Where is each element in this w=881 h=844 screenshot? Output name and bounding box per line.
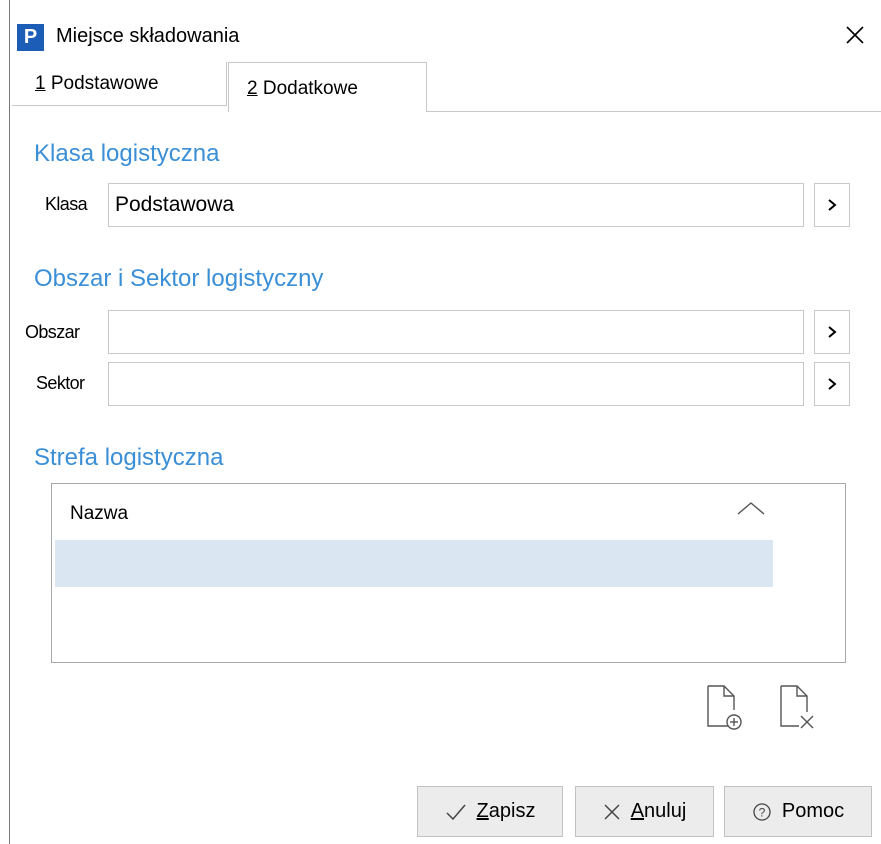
cancel-button[interactable]: Anuluj xyxy=(575,786,714,837)
tab-number: 2 xyxy=(247,78,258,99)
app-icon: P xyxy=(17,24,44,51)
cancel-mnemonic: A xyxy=(630,800,645,822)
chevron-right-icon xyxy=(828,378,837,390)
tab-number: 1 xyxy=(35,73,46,94)
help-button[interactable]: ? Pomoc xyxy=(724,786,872,837)
tab-dodatkowe[interactable]: 2 Dodatkowe xyxy=(228,62,427,112)
klasa-select-button[interactable] xyxy=(814,183,850,227)
check-icon xyxy=(445,803,467,821)
close-icon xyxy=(846,26,864,44)
tab-podstawowe[interactable]: 1 Podstawowe xyxy=(12,62,227,106)
obszar-field[interactable] xyxy=(108,310,804,354)
tab-divider xyxy=(427,111,881,112)
save-label: apisz xyxy=(488,800,536,822)
chevron-right-icon xyxy=(828,199,837,211)
section-heading-strefa: Strefa logistyczna xyxy=(34,444,224,471)
chevron-right-icon xyxy=(828,326,837,338)
tab-label: Podstawowe xyxy=(45,73,159,94)
add-document-icon[interactable] xyxy=(706,684,742,730)
section-heading-klasa: Klasa logistyczna xyxy=(34,140,220,167)
klasa-field[interactable]: Podstawowa xyxy=(108,183,804,227)
save-button[interactable]: Zapisz xyxy=(417,786,563,837)
help-label: Pomoc xyxy=(781,800,845,822)
window-title: Miejsce składowania xyxy=(56,25,240,47)
svg-text:?: ? xyxy=(759,805,766,819)
window-border xyxy=(9,0,880,844)
table-row[interactable] xyxy=(55,540,773,587)
delete-document-icon[interactable] xyxy=(779,684,815,730)
close-button[interactable] xyxy=(835,17,875,53)
cancel-label: nuluj xyxy=(644,800,687,822)
obszar-label: Obszar xyxy=(25,322,80,342)
column-header-nazwa[interactable]: Nazwa xyxy=(70,503,128,525)
klasa-label: Klasa xyxy=(45,194,88,214)
obszar-select-button[interactable] xyxy=(814,310,850,354)
sort-ascending-icon[interactable] xyxy=(735,499,767,519)
sektor-label: Sektor xyxy=(36,373,85,393)
section-heading-obszar-sektor: Obszar i Sektor logistyczny xyxy=(34,265,324,292)
x-icon xyxy=(603,803,621,821)
sektor-field[interactable] xyxy=(108,362,804,406)
tab-label: Dodatkowe xyxy=(257,78,358,99)
save-mnemonic: Z xyxy=(476,800,489,822)
help-circle-icon: ? xyxy=(752,802,772,822)
sektor-select-button[interactable] xyxy=(814,362,850,406)
